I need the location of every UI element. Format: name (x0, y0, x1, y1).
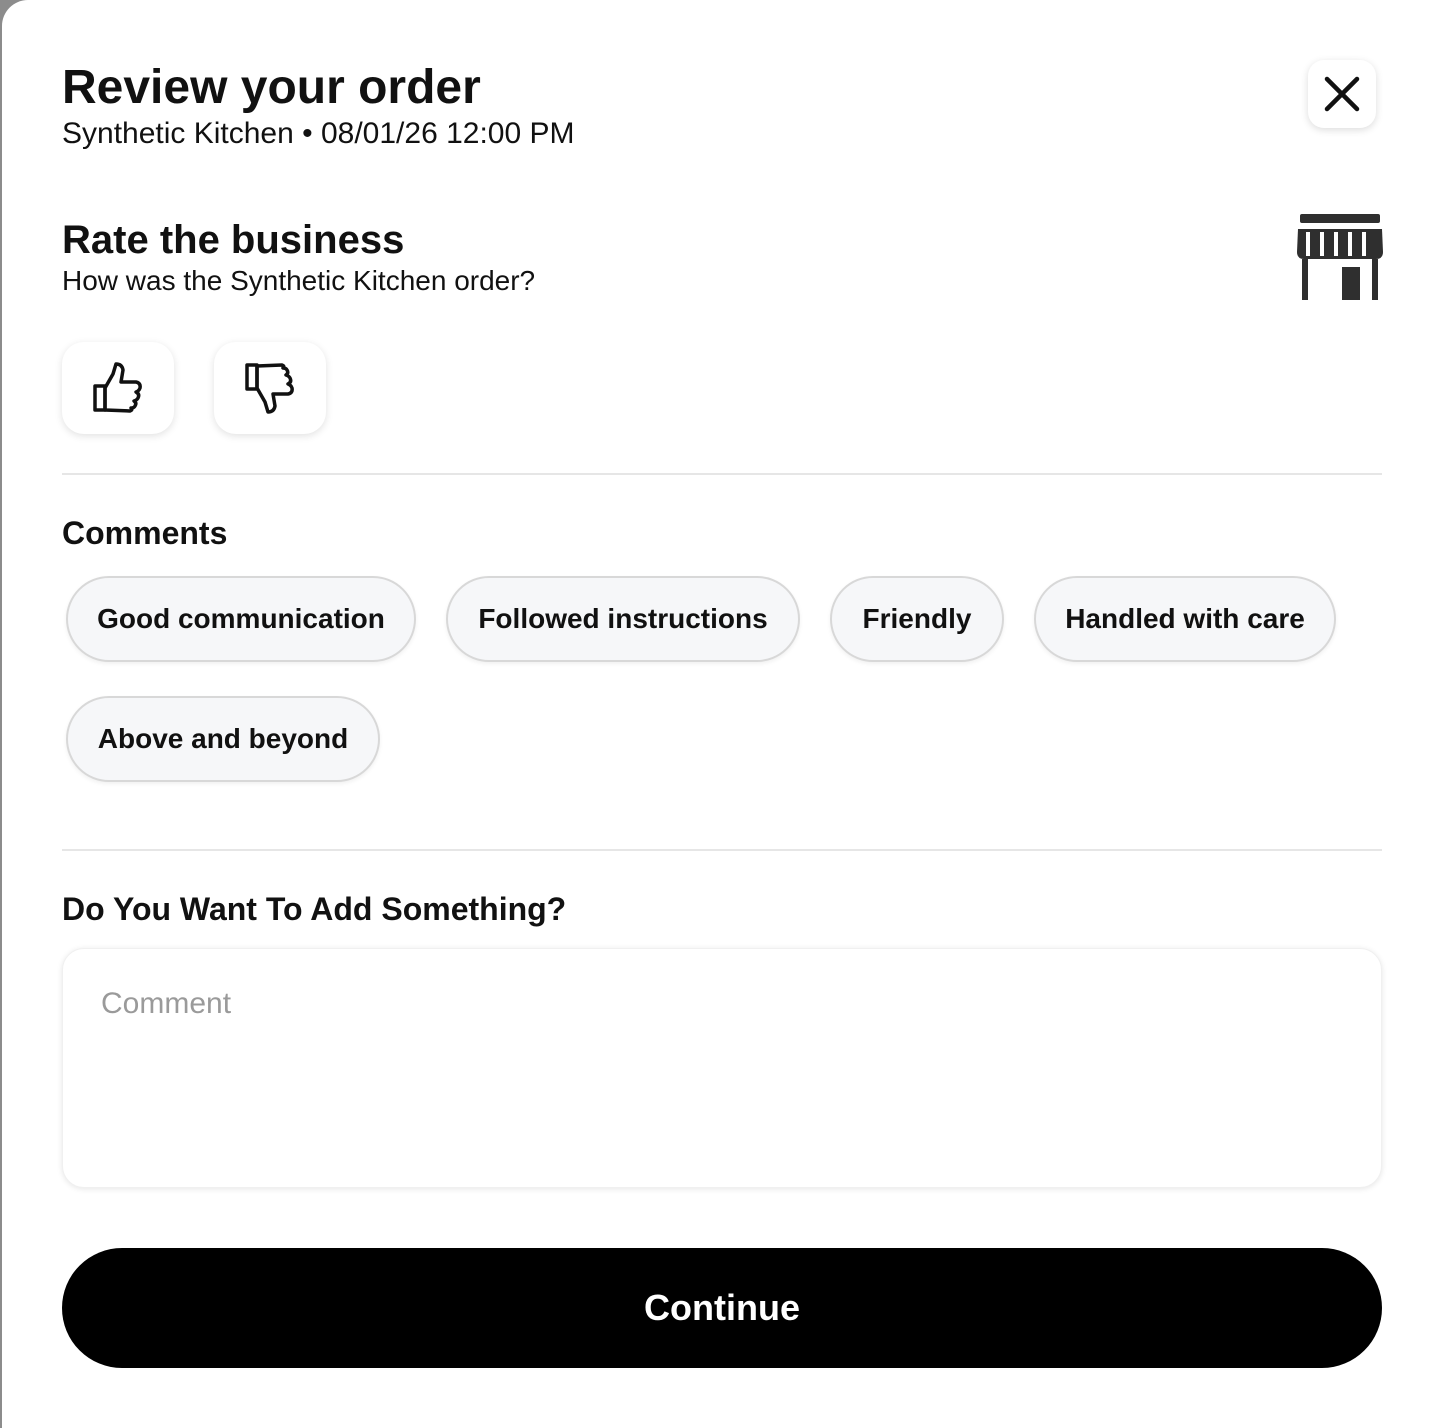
comment-chip-good-communication[interactable]: Good communication (66, 576, 416, 662)
page-title: Review your order (62, 61, 481, 114)
add-something-label: Do You Want To Add Something? (62, 891, 567, 927)
store-icon (1297, 214, 1383, 300)
order-subtitle: Synthetic Kitchen • 08/01/26 12:00 PM (62, 117, 575, 150)
comment-chip-followed-instructions[interactable]: Followed instructions (446, 576, 800, 662)
thumbs-down-button[interactable] (214, 342, 326, 434)
rate-business-subtitle: How was the Synthetic Kitchen order? (62, 265, 536, 296)
section-divider (62, 849, 1382, 851)
comment-textarea[interactable] (62, 948, 1382, 1188)
continue-button[interactable]: Continue (62, 1248, 1382, 1368)
thumbs-down-icon (245, 363, 294, 414)
close-button[interactable] (1308, 60, 1376, 128)
comment-chip-handled-with-care[interactable]: Handled with care (1034, 576, 1336, 662)
rate-business-title: Rate the business (62, 218, 405, 262)
review-order-modal: Review your order Synthetic Kitchen • 08… (2, 0, 1442, 1428)
comment-chip-above-and-beyond[interactable]: Above and beyond (66, 696, 380, 782)
comment-chip-friendly[interactable]: Friendly (830, 576, 1004, 662)
thumbs-up-icon (93, 362, 142, 413)
thumbs-up-button[interactable] (62, 342, 174, 434)
comments-label: Comments (62, 515, 228, 551)
close-icon (1324, 76, 1360, 112)
section-divider (62, 473, 1382, 475)
